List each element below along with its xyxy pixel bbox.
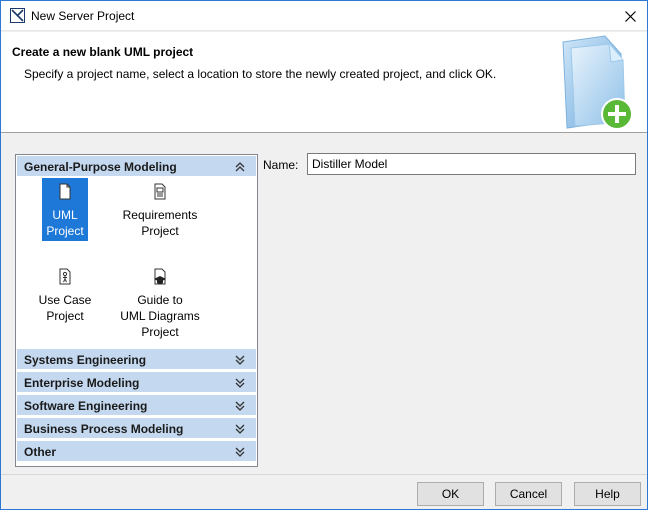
uml-project-icon — [59, 183, 71, 200]
chevron-down-icon — [235, 447, 245, 457]
chevron-down-icon — [235, 355, 245, 365]
category-other[interactable]: Other — [17, 441, 256, 462]
tile-label-line3: Project — [141, 325, 179, 339]
tile-label-line1: Use Case — [38, 293, 92, 307]
tile-label-line1: Guide to — [137, 293, 183, 307]
category-systems-engineering[interactable]: Systems Engineering — [17, 349, 256, 370]
app-icon — [10, 8, 25, 23]
category-label: Business Process Modeling — [24, 422, 184, 436]
requirements-project-tile[interactable]: Requirements Project — [118, 178, 202, 241]
category-enterprise-modeling[interactable]: Enterprise Modeling — [17, 372, 256, 393]
dialog-footer: OK Cancel Help — [1, 474, 647, 509]
category-label: Other — [24, 445, 57, 459]
ok-button[interactable]: OK — [417, 482, 484, 506]
tile-label-line1: Requirements — [122, 208, 198, 222]
tile-label-line2: Project — [141, 224, 179, 238]
category-label: Software Engineering — [24, 399, 148, 413]
use-case-project-icon — [59, 268, 71, 285]
dialog-content: General-Purpose Modeling UML Project Req… — [1, 134, 647, 474]
dialog-header: Create a new blank UML project Specify a… — [1, 32, 647, 133]
project-category-panel: General-Purpose Modeling UML Project Req… — [15, 154, 258, 467]
requirements-project-icon — [154, 183, 166, 200]
tile-label-line1: UML — [52, 208, 78, 222]
category-general-purpose-modeling[interactable]: General-Purpose Modeling — [17, 156, 256, 177]
close-icon — [624, 10, 636, 22]
help-button[interactable]: Help — [574, 482, 641, 506]
title-bar[interactable]: New Server Project — [1, 1, 647, 31]
new-server-project-dialog: New Server Project Create a new blank UM… — [0, 0, 648, 510]
chevron-down-icon — [235, 401, 245, 411]
chevron-down-icon — [235, 378, 245, 388]
tile-label-line2: Project — [46, 224, 84, 238]
category-label: General-Purpose Modeling — [24, 160, 177, 174]
category-label: Systems Engineering — [24, 353, 147, 367]
window-title: New Server Project — [31, 9, 135, 23]
category-label: Enterprise Modeling — [24, 376, 140, 390]
category-business-process-modeling[interactable]: Business Process Modeling — [17, 418, 256, 439]
project-name-input[interactable] — [307, 153, 636, 175]
cancel-button[interactable]: Cancel — [495, 482, 562, 506]
chevron-up-icon — [235, 162, 245, 172]
chevron-down-icon — [235, 424, 245, 434]
category-software-engineering[interactable]: Software Engineering — [17, 395, 256, 416]
header-title: Create a new blank UML project — [12, 45, 194, 59]
close-button[interactable] — [613, 1, 647, 31]
uml-project-tile[interactable]: UML Project — [42, 178, 88, 241]
new-project-graphic-icon — [562, 35, 633, 130]
use-case-project-tile[interactable]: Use Case Project — [36, 263, 94, 326]
name-field-label: Name: — [263, 158, 299, 172]
header-description: Specify a project name, select a locatio… — [24, 67, 497, 81]
tile-label-line2: Project — [46, 309, 84, 323]
guide-uml-diagrams-icon — [154, 268, 166, 285]
tile-label-line2: UML Diagrams — [120, 309, 200, 323]
guide-uml-diagrams-tile[interactable]: Guide to UML Diagrams Project — [116, 263, 204, 343]
